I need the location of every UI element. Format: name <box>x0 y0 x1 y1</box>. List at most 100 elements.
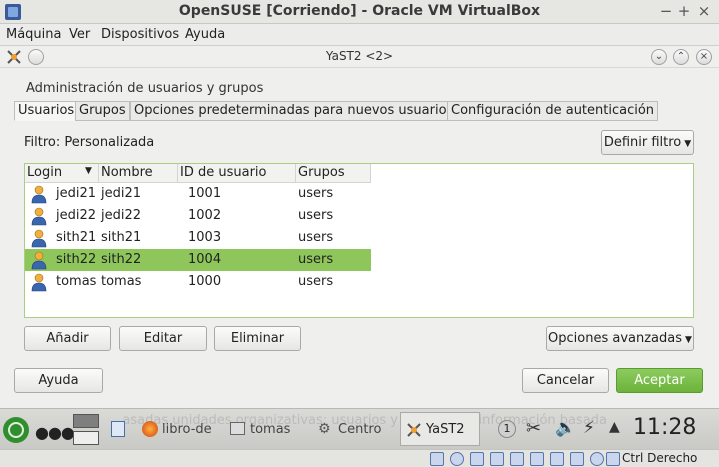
filter-label: Filtro: Personalizada <box>24 135 155 150</box>
chevron-down-icon[interactable]: ⌄ <box>651 49 667 65</box>
yast-window: YaST2 <2> ⌄ ⌃ × Administración de usuari… <box>0 45 719 408</box>
network-icon[interactable]: ✂ <box>526 418 541 439</box>
cell-grupos: users <box>298 252 334 267</box>
host-window-title: OpenSUSE [Corriendo] - Oracle VM Virtual… <box>178 3 541 19</box>
opensuse-menu-icon[interactable] <box>2 416 30 444</box>
column-id-usuario[interactable]: ID de usuario <box>178 164 296 183</box>
task-libro[interactable]: libro-de <box>162 422 212 437</box>
minimize-button[interactable]: − <box>656 1 676 21</box>
cell-login: sith21 <box>56 230 97 245</box>
users-table[interactable]: Login ▼ Nombre ID de usuario Grupos jedi2… <box>24 163 694 318</box>
column-login[interactable]: Login ▼ <box>25 164 99 183</box>
table-row[interactable]: tomas tomas 1000 users <box>25 271 371 293</box>
mouse-integration-icon[interactable] <box>590 452 604 466</box>
table-header: Login ▼ Nombre ID de usuario Grupos <box>25 164 371 183</box>
maximize-button[interactable]: + <box>674 1 694 21</box>
menu-ver[interactable]: Ver <box>69 27 90 42</box>
cell-nombre: sith22 <box>101 252 142 267</box>
cell-login: tomas <box>56 274 97 289</box>
notification-badge[interactable]: 1 <box>498 420 516 438</box>
cell-login: jedi22 <box>56 208 97 223</box>
table-row[interactable]: jedi22 jedi22 1002 users <box>25 205 371 227</box>
close-button[interactable]: × <box>694 1 714 21</box>
edit-button[interactable]: Editar <box>119 326 207 351</box>
cpu-icon[interactable] <box>570 452 584 466</box>
chevron-up-icon[interactable]: ⌃ <box>673 49 689 65</box>
cell-grupos: users <box>298 186 334 201</box>
cd-icon[interactable] <box>450 452 464 466</box>
advanced-options-button[interactable]: Opciones avanzadas ▼ <box>546 326 694 351</box>
table-row[interactable]: jedi21 jedi21 1001 users <box>25 183 371 205</box>
task-yast2-active[interactable]: YaST2 <box>400 412 480 446</box>
document-icon <box>111 421 125 437</box>
shared-folder-icon[interactable] <box>490 452 504 466</box>
host-menubar: Máquina Ver Dispositivos Ayuda <box>0 24 719 45</box>
advanced-options-label: Opciones avanzadas <box>548 331 683 346</box>
host-title-bar: OpenSUSE [Corriendo] - Oracle VM Virtual… <box>0 0 719 24</box>
cell-id-usuario: 1000 <box>188 274 222 289</box>
host-statusbar: Ctrl Derecho <box>0 449 719 467</box>
cell-nombre: tomas <box>101 274 142 289</box>
table-row[interactable]: sith21 sith21 1003 users <box>25 227 371 249</box>
terminal-icon <box>230 422 245 435</box>
column-nombre[interactable]: Nombre <box>99 164 178 183</box>
cell-nombre: jedi21 <box>101 186 142 201</box>
user-icon <box>29 272 49 292</box>
task-centro[interactable]: Centro <box>338 422 381 437</box>
usb-icon[interactable] <box>470 452 484 466</box>
clock[interactable]: 11:28 <box>633 415 696 440</box>
menu-ayuda[interactable]: Ayuda <box>185 27 225 42</box>
disk-icon[interactable] <box>430 452 444 466</box>
menu-maquina[interactable]: Máquina <box>6 27 62 42</box>
cell-id-usuario: 1004 <box>188 252 222 267</box>
yast-icon <box>407 423 421 437</box>
tray-expand-icon[interactable]: ▲ <box>609 419 620 435</box>
cancel-button[interactable]: Cancelar <box>522 368 609 393</box>
dropdown-arrow-icon: ▼ <box>685 335 692 345</box>
yast-title-bar: YaST2 <2> ⌄ ⌃ × <box>0 46 719 68</box>
yast-window-title: YaST2 <2> <box>325 49 394 63</box>
cell-id-usuario: 1003 <box>188 230 222 245</box>
task-yast2-label: YaST2 <box>426 422 465 437</box>
desktop-pager-icon[interactable] <box>73 414 99 446</box>
add-button[interactable]: Añadir <box>24 326 111 351</box>
cell-login: sith22 <box>56 252 97 267</box>
tab-configuracion-autenticacion[interactable]: Configuración de autenticación <box>447 101 659 121</box>
cell-login: jedi21 <box>56 186 97 201</box>
accept-button[interactable]: Aceptar <box>616 368 703 393</box>
cell-grupos: users <box>298 274 334 289</box>
define-filter-button[interactable]: Definir filtro ▼ <box>601 130 694 155</box>
keyboard-icon[interactable] <box>606 452 620 466</box>
user-icon <box>29 206 49 226</box>
user-icon <box>29 184 49 204</box>
user-icon <box>29 250 49 270</box>
tab-grupos[interactable]: Grupos <box>75 101 130 121</box>
sort-arrow-icon: ▼ <box>85 166 92 176</box>
table-row[interactable]: sith22 sith22 1004 users <box>25 249 371 271</box>
cell-nombre: sith21 <box>101 230 142 245</box>
tab-opciones-predeterminadas[interactable]: Opciones predeterminadas para nuevos usu… <box>130 101 458 121</box>
column-login-label: Login <box>27 165 63 180</box>
volume-icon[interactable]: 🔈 <box>555 418 576 438</box>
column-grupos[interactable]: Grupos <box>296 164 371 183</box>
more-dots-icon[interactable]: ●●● <box>35 423 75 442</box>
video-capture-icon[interactable] <box>550 452 564 466</box>
host-key-label: Ctrl Derecho <box>622 451 698 465</box>
page-title: Administración de usuarios y grupos <box>26 81 264 96</box>
delete-button[interactable]: Eliminar <box>214 326 301 351</box>
cell-id-usuario: 1002 <box>188 208 222 223</box>
cell-grupos: users <box>298 208 334 223</box>
menu-dispositivos[interactable]: Dispositivos <box>101 27 179 42</box>
display-icon[interactable] <box>510 452 524 466</box>
close-icon[interactable]: × <box>696 49 712 65</box>
task-tomas[interactable]: tomas <box>250 422 290 437</box>
cell-grupos: users <box>298 230 334 245</box>
define-filter-label: Definir filtro <box>603 135 682 150</box>
plug-icon[interactable]: ⚡ <box>583 418 595 438</box>
user-icon <box>29 228 49 248</box>
tab-usuarios[interactable]: Usuarios <box>14 101 79 121</box>
help-button[interactable]: Ayuda <box>14 368 103 393</box>
taskbar: ...asadas unidades organizativas: usuari… <box>0 408 719 449</box>
cell-nombre: jedi22 <box>101 208 142 223</box>
network-adapter-icon[interactable] <box>530 452 544 466</box>
